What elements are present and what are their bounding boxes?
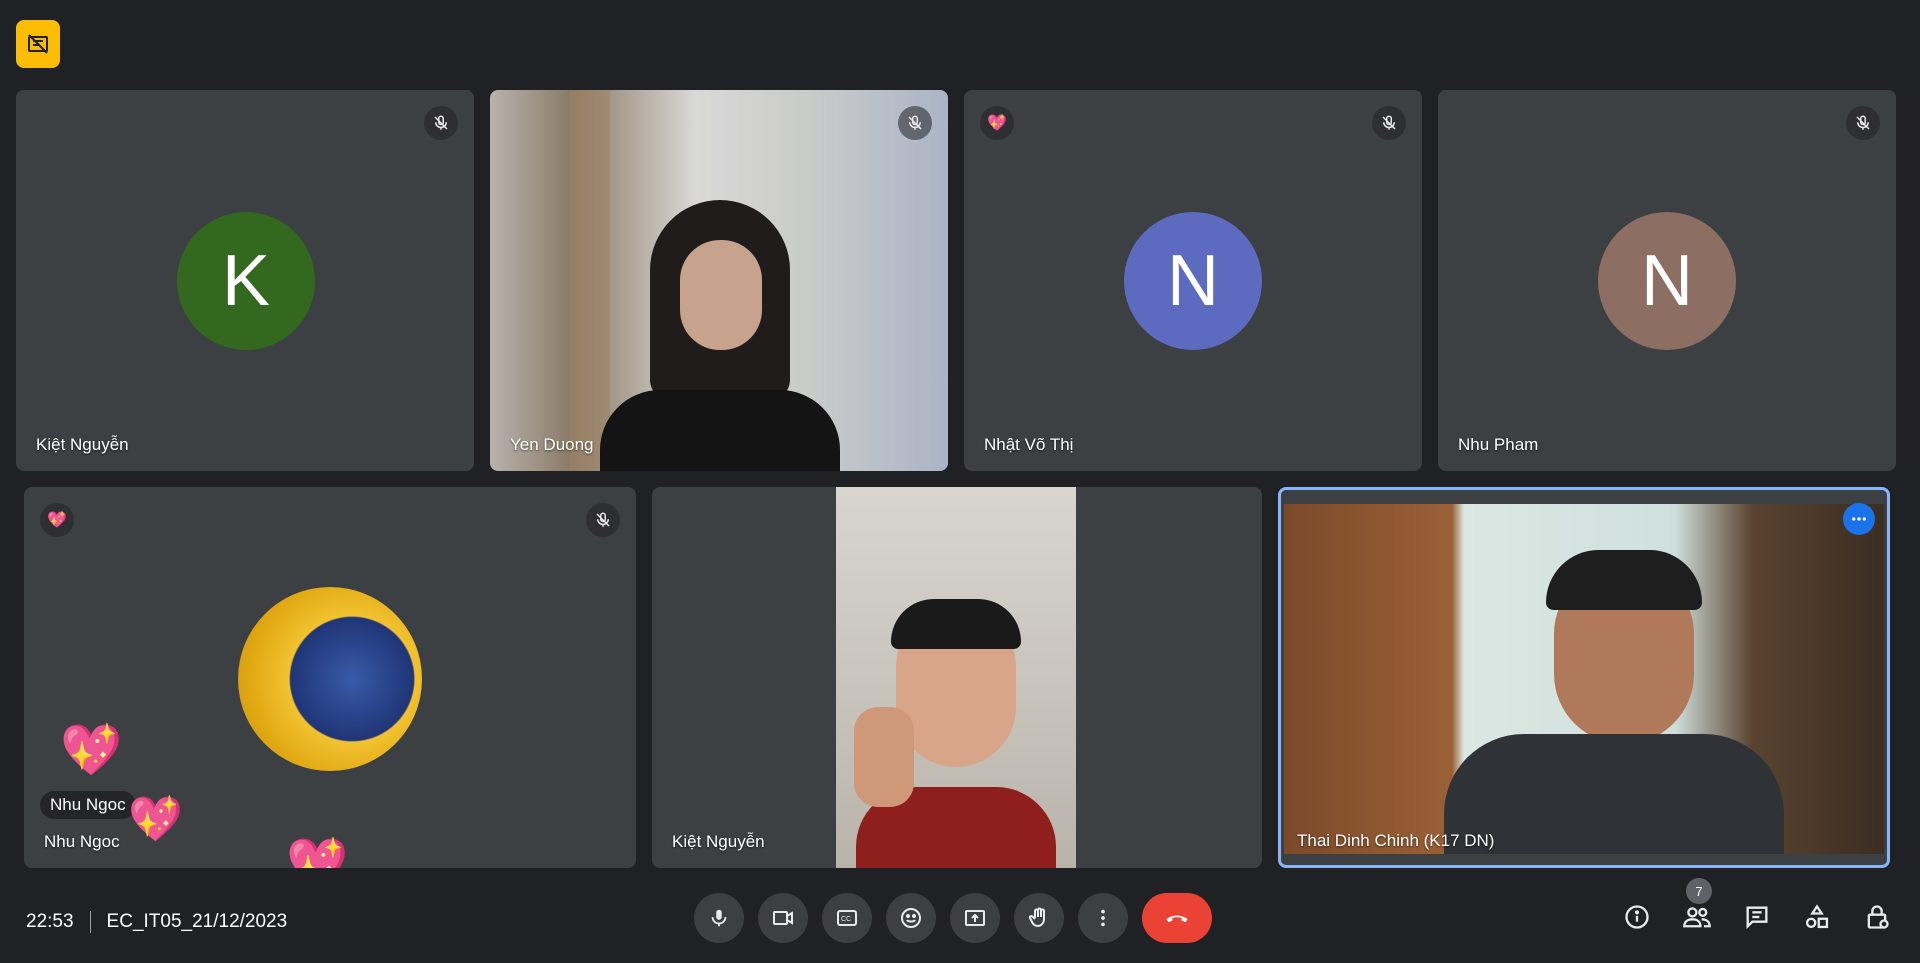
activities-icon bbox=[1805, 904, 1829, 929]
participant-count-badge: 7 bbox=[1686, 878, 1712, 904]
emoji-icon bbox=[901, 908, 921, 928]
avatar: N bbox=[1598, 212, 1736, 350]
meeting-time: 22:53 bbox=[26, 911, 74, 932]
participant-video bbox=[836, 487, 1076, 868]
sparkling-heart-icon: 💖 bbox=[286, 836, 349, 868]
camera-off-icon bbox=[28, 34, 48, 54]
info-icon bbox=[1625, 905, 1649, 929]
camera-off-badge[interactable] bbox=[16, 20, 60, 68]
closed-captions-icon: CC bbox=[837, 910, 857, 926]
video-camera-icon bbox=[773, 911, 793, 925]
mic-button[interactable] bbox=[694, 893, 744, 943]
call-controls: CC bbox=[694, 893, 1212, 943]
activities-button[interactable] bbox=[1800, 900, 1834, 934]
more-options-button[interactable] bbox=[1843, 503, 1875, 535]
mic-off-icon bbox=[434, 115, 448, 130]
participant-tile[interactable]: N Nhu Pham bbox=[1438, 90, 1896, 471]
sparkling-heart-icon: 💖 bbox=[128, 795, 183, 844]
end-call-button[interactable] bbox=[1142, 893, 1212, 943]
participant-tile[interactable]: Yen Duong bbox=[490, 90, 948, 471]
participant-name: Thai Dinh Chinh (K17 DN) bbox=[1297, 831, 1495, 850]
mic-off-indicator bbox=[586, 503, 620, 537]
participant-tile[interactable]: 💖 N Nhật Võ Thị bbox=[964, 90, 1422, 471]
meeting-details-button[interactable] bbox=[1620, 900, 1654, 934]
more-horiz-icon bbox=[1852, 517, 1866, 521]
host-controls-icon bbox=[1867, 905, 1889, 929]
mic-off-icon bbox=[1382, 115, 1396, 130]
captions-button[interactable]: CC bbox=[822, 893, 872, 943]
active-speaker-tile[interactable]: Thai Dinh Chinh (K17 DN) bbox=[1278, 487, 1890, 868]
mic-off-indicator bbox=[898, 106, 932, 140]
participant-name: Yen Duong bbox=[510, 435, 594, 454]
raise-hand-button[interactable] bbox=[1014, 893, 1064, 943]
people-icon bbox=[1683, 907, 1711, 928]
reaction-badge: 💖 bbox=[980, 106, 1014, 140]
host-controls-button[interactable] bbox=[1860, 900, 1894, 934]
mic-off-indicator bbox=[1372, 106, 1406, 140]
participant-name: Nhu Ngoc bbox=[44, 832, 120, 851]
mic-off-icon bbox=[908, 115, 922, 130]
end-call-icon bbox=[1166, 915, 1188, 923]
meeting-info: 22:53 EC_IT05_21/12/2023 bbox=[26, 911, 287, 933]
sparkling-heart-icon: 💖 bbox=[987, 115, 1007, 132]
meeting-code: EC_IT05_21/12/2023 bbox=[106, 911, 288, 932]
mic-off-icon bbox=[596, 512, 610, 527]
participant-tile[interactable]: 💖 💖 Nhu Ngoc 💖 💖 Nhu Ngoc bbox=[24, 487, 636, 868]
participant-tile[interactable]: Kiệt Nguyễn bbox=[652, 487, 1262, 868]
participant-tile[interactable]: K Kiệt Nguyễn bbox=[16, 90, 474, 471]
participant-video bbox=[1284, 504, 1884, 854]
svg-text:CC: CC bbox=[841, 916, 851, 923]
mic-off-indicator bbox=[1846, 106, 1880, 140]
reaction-badge: 💖 bbox=[40, 503, 74, 537]
chat-icon bbox=[1746, 906, 1768, 930]
mic-off-icon bbox=[1856, 115, 1870, 130]
participant-name: Kiệt Nguyễn bbox=[36, 435, 129, 454]
avatar: K bbox=[177, 212, 315, 350]
participant-name: Kiệt Nguyễn bbox=[672, 832, 765, 851]
avatar: N bbox=[1124, 212, 1262, 350]
divider bbox=[89, 911, 91, 933]
more-vert-icon bbox=[1101, 909, 1105, 927]
participant-video bbox=[490, 90, 948, 471]
people-button[interactable]: 7 bbox=[1680, 878, 1714, 934]
camera-button[interactable] bbox=[758, 893, 808, 943]
participant-name: Nhật Võ Thị bbox=[984, 435, 1074, 454]
reaction-name-chip: Nhu Ngoc bbox=[40, 791, 136, 819]
sparkling-heart-icon: 💖 bbox=[60, 722, 123, 778]
mic-icon bbox=[711, 909, 727, 927]
present-button[interactable] bbox=[950, 893, 1000, 943]
sparkling-heart-icon: 💖 bbox=[47, 512, 67, 529]
present-screen-icon bbox=[965, 910, 985, 926]
reactions-button[interactable] bbox=[886, 893, 936, 943]
side-controls: 7 bbox=[1620, 878, 1894, 934]
chat-button[interactable] bbox=[1740, 900, 1774, 934]
raise-hand-icon bbox=[1028, 907, 1045, 928]
more-options-button[interactable] bbox=[1078, 893, 1128, 943]
profile-picture bbox=[238, 587, 422, 771]
mic-off-indicator bbox=[424, 106, 458, 140]
participant-name: Nhu Pham bbox=[1458, 435, 1539, 454]
